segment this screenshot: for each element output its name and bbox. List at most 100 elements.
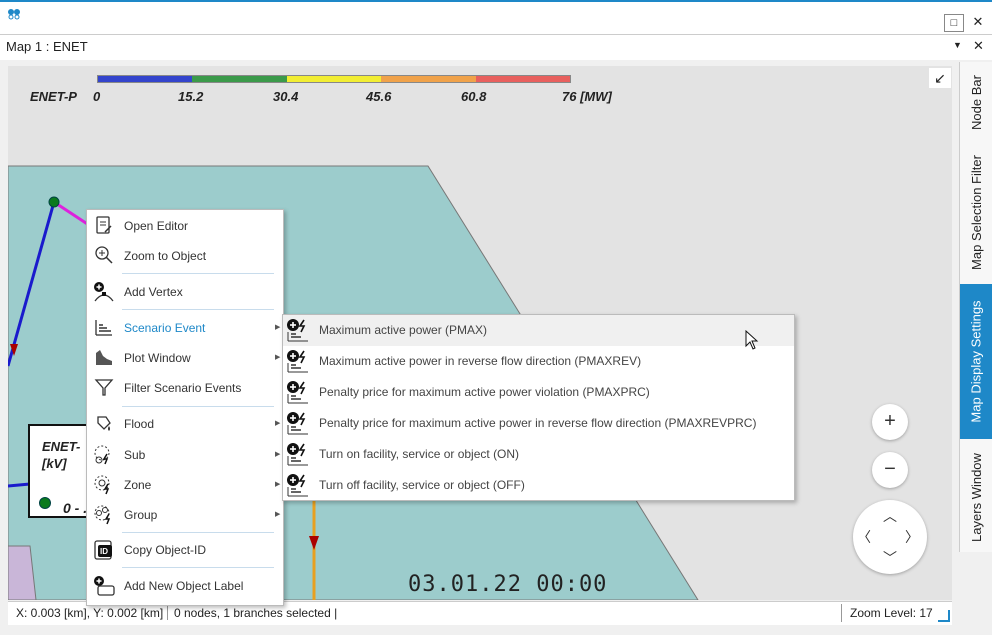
tab-layers-window[interactable]: Layers Window [960, 442, 992, 552]
editor-icon [93, 215, 115, 237]
submenu-arrow-icon: ▶ [275, 420, 281, 427]
context-menu: Open Editor Zoom to Object Add Vertex Sc… [86, 209, 284, 606]
tab-label: Map Selection Filter [969, 154, 985, 270]
copy-id-icon: ID [93, 539, 115, 561]
pan-control[interactable]: ︿ ﹀ 〈 〉 [853, 500, 927, 574]
zoom-out-button[interactable]: − [872, 452, 908, 488]
legend-tick: 60.8 [461, 89, 487, 104]
menu-item-label: Zone [124, 478, 152, 492]
selection-status: 0 nodes, 1 branches selected | [174, 606, 338, 620]
submenu-item-pmaxprc[interactable]: Penalty price for maximum active power v… [283, 377, 794, 408]
menu-item-open-editor[interactable]: Open Editor [87, 212, 283, 240]
menu-item-sub[interactable]: Sub ▶ [87, 441, 283, 469]
submenu-item-label: Maximum active power in reverse flow dir… [319, 354, 642, 368]
pan-right-icon[interactable]: 〉 [905, 527, 919, 547]
submenu-item-pmaxrevprc[interactable]: Penalty price for maximum active power i… [283, 408, 794, 439]
submenu-arrow-icon: ▶ [275, 354, 281, 361]
submenu-item-pmaxrev[interactable]: Maximum active power in reverse flow dir… [283, 346, 794, 377]
submenu-arrow-icon: ▶ [275, 324, 281, 331]
zoom-in-button[interactable]: + [872, 404, 908, 440]
mouse-cursor-icon [745, 329, 759, 353]
document-title: Map 1 : ENET [6, 39, 88, 54]
menu-item-plot-window[interactable]: Plot Window ▶ [87, 344, 283, 372]
menu-separator [122, 309, 274, 310]
node-label-line2: [kV] [42, 456, 67, 471]
legend-tick: 15.2 [178, 89, 204, 104]
menu-item-label: Sub [124, 448, 146, 462]
document-close-button[interactable]: ✕ [973, 38, 984, 54]
menu-item-scenario-event[interactable]: Scenario Event ▶ [87, 314, 283, 342]
legend-color-1 [98, 76, 193, 82]
pan-left-icon[interactable]: 〈 [857, 527, 871, 547]
group-icon [93, 504, 115, 526]
menu-item-zoom-to-object[interactable]: Zoom to Object [87, 242, 283, 270]
submenu-item-pmax[interactable]: Maximum active power (PMAX) [283, 315, 794, 346]
plot-icon [93, 347, 115, 369]
restore-button[interactable]: □ [944, 14, 964, 32]
submenu-item-label: Turn on facility, service or object (ON) [319, 447, 520, 461]
menu-item-label: Add Vertex [124, 285, 183, 299]
flood-icon [93, 413, 115, 435]
add-event-icon [286, 318, 310, 342]
submenu-arrow-icon: ▶ [275, 451, 281, 458]
menu-item-group[interactable]: Group ▶ [87, 501, 283, 529]
pan-down-icon[interactable]: ﹀ [883, 548, 897, 568]
submenu-item-off[interactable]: Turn off facility, service or object (OF… [283, 470, 794, 501]
pan-up-icon[interactable]: ︿ [883, 506, 897, 526]
legend-tick: 30.4 [273, 89, 299, 104]
tab-map-display-settings[interactable]: Map Display Settings [960, 284, 992, 439]
add-event-icon [286, 442, 310, 466]
submenu-item-label: Turn off facility, service or object (OF… [319, 478, 525, 492]
menu-item-label: Flood [124, 417, 155, 431]
node-dot-icon [39, 497, 51, 509]
menu-item-label: Scenario Event [124, 321, 206, 335]
legend-tick: 45.6 [366, 89, 392, 104]
menu-item-label: Group [124, 508, 158, 522]
menu-item-add-new-object-label[interactable]: Add New Object Label [87, 572, 283, 600]
menu-separator [122, 406, 274, 407]
menu-separator [122, 567, 274, 568]
window-close-button[interactable]: ✕ [968, 14, 988, 32]
menu-item-label: Add New Object Label [124, 579, 244, 593]
document-dropdown-icon[interactable]: ▼ [953, 40, 962, 50]
map-timestamp: 03.01.22 00:00 [408, 572, 608, 597]
app-logo-icon [7, 8, 21, 24]
resize-grip-icon[interactable] [938, 610, 950, 622]
right-sidebar: Node Bar Map Selection Filter Map Displa… [959, 62, 992, 552]
collapse-legend-icon[interactable]: ↙ [929, 68, 951, 88]
sub-icon [93, 444, 115, 466]
tab-node-bar[interactable]: Node Bar [960, 62, 992, 142]
add-event-icon [286, 380, 310, 404]
legend-colorbar [97, 75, 571, 83]
filter-icon [93, 377, 115, 399]
menu-item-label: Copy Object-ID [124, 543, 207, 557]
add-event-icon [286, 473, 310, 497]
submenu-arrow-icon: ▶ [275, 511, 281, 518]
legend-title: ENET-P [30, 89, 77, 104]
node-label-title: ENET- [kV] [42, 438, 80, 472]
node-label-line1: ENET- [42, 439, 81, 454]
cursor-coordinates: X: 0.003 [km], Y: 0.002 [km] [12, 606, 169, 620]
zoom-icon [93, 245, 115, 267]
legend-color-4 [381, 76, 476, 82]
submenu-item-label: Maximum active power (PMAX) [319, 323, 488, 337]
menu-item-label: Plot Window [124, 351, 191, 365]
tab-label: Map Display Settings [969, 300, 984, 423]
submenu-item-on[interactable]: Turn on facility, service or object (ON) [283, 439, 794, 470]
tab-map-selection-filter[interactable]: Map Selection Filter [960, 142, 992, 282]
tab-label: Node Bar [969, 74, 985, 130]
legend-color-5 [475, 76, 571, 82]
add-event-icon [286, 349, 310, 373]
menu-item-filter-scenario-events[interactable]: Filter Scenario Events [87, 374, 283, 402]
submenu-item-label: Penalty price for maximum active power v… [319, 385, 650, 399]
menu-item-flood[interactable]: Flood ▶ [87, 410, 283, 438]
menu-item-add-vertex[interactable]: Add Vertex [87, 278, 283, 306]
menu-item-copy-object-id[interactable]: ID Copy Object-ID [87, 536, 283, 564]
zone-icon [93, 474, 115, 496]
svg-text:ID: ID [100, 547, 108, 556]
add-event-icon [286, 411, 310, 435]
menu-item-zone[interactable]: Zone ▶ [87, 471, 283, 499]
scenario-event-icon [93, 317, 115, 339]
document-header: Map 1 : ENET ▼ ✕ [0, 34, 992, 60]
menu-separator [122, 532, 274, 533]
